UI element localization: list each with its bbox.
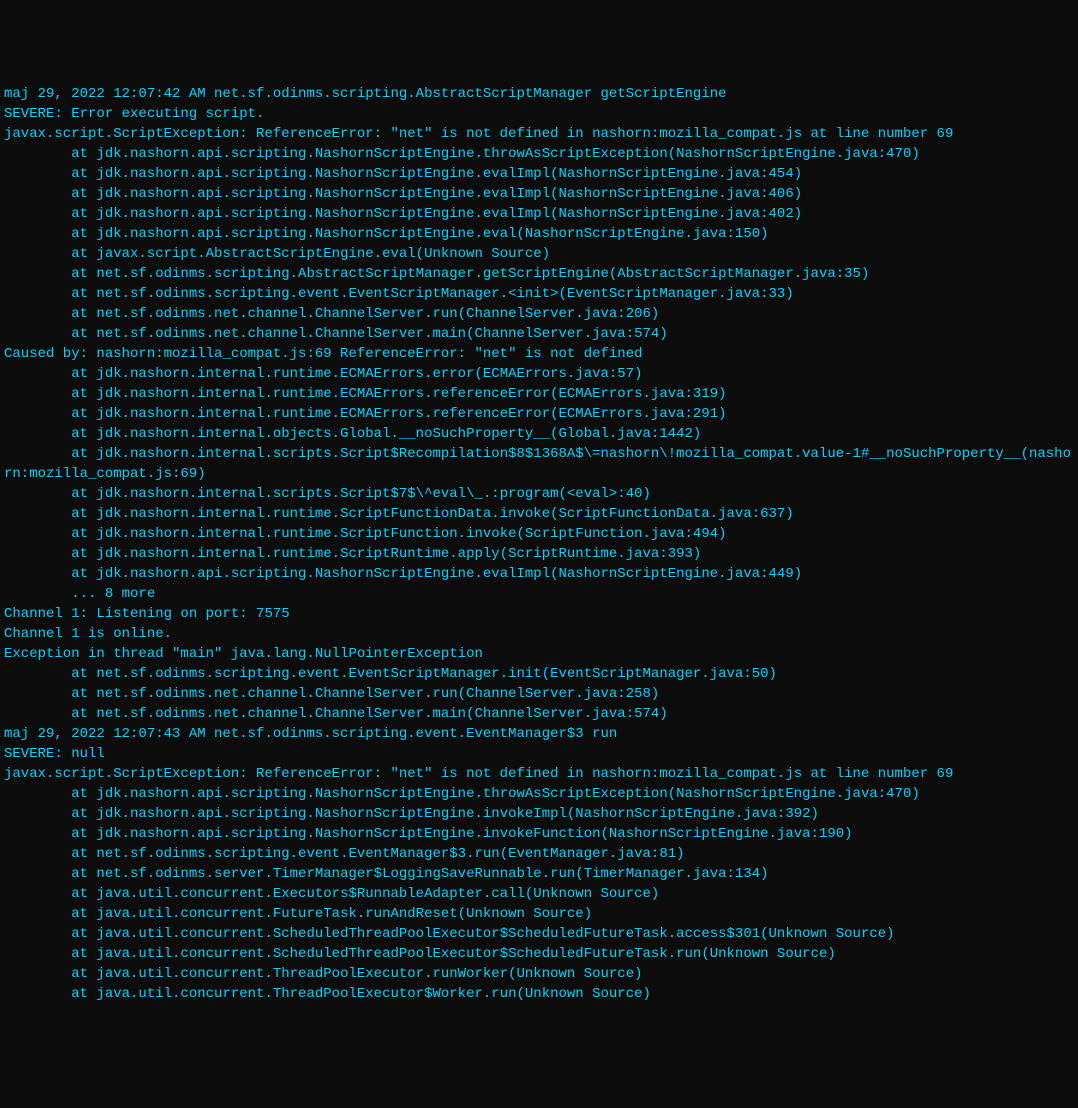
log-line: at net.sf.odinms.scripting.event.EventMa… <box>4 844 1074 864</box>
log-line: at net.sf.odinms.server.TimerManager$Log… <box>4 864 1074 884</box>
log-line: at jdk.nashorn.internal.objects.Global._… <box>4 424 1074 444</box>
log-line: Exception in thread "main" java.lang.Nul… <box>4 644 1074 664</box>
log-line: at jdk.nashorn.internal.runtime.ScriptRu… <box>4 544 1074 564</box>
log-line: at net.sf.odinms.scripting.event.EventSc… <box>4 664 1074 684</box>
log-line: at net.sf.odinms.net.channel.ChannelServ… <box>4 304 1074 324</box>
log-line: at javax.script.AbstractScriptEngine.eva… <box>4 244 1074 264</box>
log-line: maj 29, 2022 12:07:42 AM net.sf.odinms.s… <box>4 84 1074 104</box>
log-line: Caused by: nashorn:mozilla_compat.js:69 … <box>4 344 1074 364</box>
log-line: javax.script.ScriptException: ReferenceE… <box>4 124 1074 144</box>
log-line: ... 8 more <box>4 584 1074 604</box>
log-line: at jdk.nashorn.api.scripting.NashornScri… <box>4 164 1074 184</box>
log-line: Channel 1: Listening on port: 7575 <box>4 604 1074 624</box>
log-line: at java.util.concurrent.ScheduledThreadP… <box>4 944 1074 964</box>
log-line: at jdk.nashorn.internal.scripts.Script$7… <box>4 484 1074 504</box>
log-line: SEVERE: null <box>4 744 1074 764</box>
log-line: at java.util.concurrent.Executors$Runnab… <box>4 884 1074 904</box>
log-line: at jdk.nashorn.api.scripting.NashornScri… <box>4 184 1074 204</box>
log-line: javax.script.ScriptException: ReferenceE… <box>4 764 1074 784</box>
log-line: at jdk.nashorn.api.scripting.NashornScri… <box>4 824 1074 844</box>
log-line: at net.sf.odinms.net.channel.ChannelServ… <box>4 684 1074 704</box>
terminal-output[interactable]: maj 29, 2022 12:07:42 AM net.sf.odinms.s… <box>4 84 1074 1004</box>
log-line: at jdk.nashorn.api.scripting.NashornScri… <box>4 784 1074 804</box>
log-line: at java.util.concurrent.FutureTask.runAn… <box>4 904 1074 924</box>
log-line: at java.util.concurrent.ThreadPoolExecut… <box>4 964 1074 984</box>
log-line: at jdk.nashorn.api.scripting.NashornScri… <box>4 224 1074 244</box>
log-line: at jdk.nashorn.internal.runtime.ScriptFu… <box>4 504 1074 524</box>
log-line: SEVERE: Error executing script. <box>4 104 1074 124</box>
log-line: at jdk.nashorn.api.scripting.NashornScri… <box>4 204 1074 224</box>
log-line: at java.util.concurrent.ScheduledThreadP… <box>4 924 1074 944</box>
log-line: at net.sf.odinms.scripting.event.EventSc… <box>4 284 1074 304</box>
log-line: at net.sf.odinms.net.channel.ChannelServ… <box>4 324 1074 344</box>
log-line: at jdk.nashorn.api.scripting.NashornScri… <box>4 564 1074 584</box>
log-line: at jdk.nashorn.internal.scripts.Script$R… <box>4 444 1074 484</box>
log-line: at jdk.nashorn.api.scripting.NashornScri… <box>4 804 1074 824</box>
log-line: at jdk.nashorn.internal.runtime.ScriptFu… <box>4 524 1074 544</box>
log-line: at net.sf.odinms.net.channel.ChannelServ… <box>4 704 1074 724</box>
log-line: at net.sf.odinms.scripting.AbstractScrip… <box>4 264 1074 284</box>
log-line: Channel 1 is online. <box>4 624 1074 644</box>
log-line: at jdk.nashorn.internal.runtime.ECMAErro… <box>4 384 1074 404</box>
log-line: at jdk.nashorn.internal.runtime.ECMAErro… <box>4 364 1074 384</box>
log-line: maj 29, 2022 12:07:43 AM net.sf.odinms.s… <box>4 724 1074 744</box>
log-line: at jdk.nashorn.internal.runtime.ECMAErro… <box>4 404 1074 424</box>
log-line: at java.util.concurrent.ThreadPoolExecut… <box>4 984 1074 1004</box>
log-line: at jdk.nashorn.api.scripting.NashornScri… <box>4 144 1074 164</box>
